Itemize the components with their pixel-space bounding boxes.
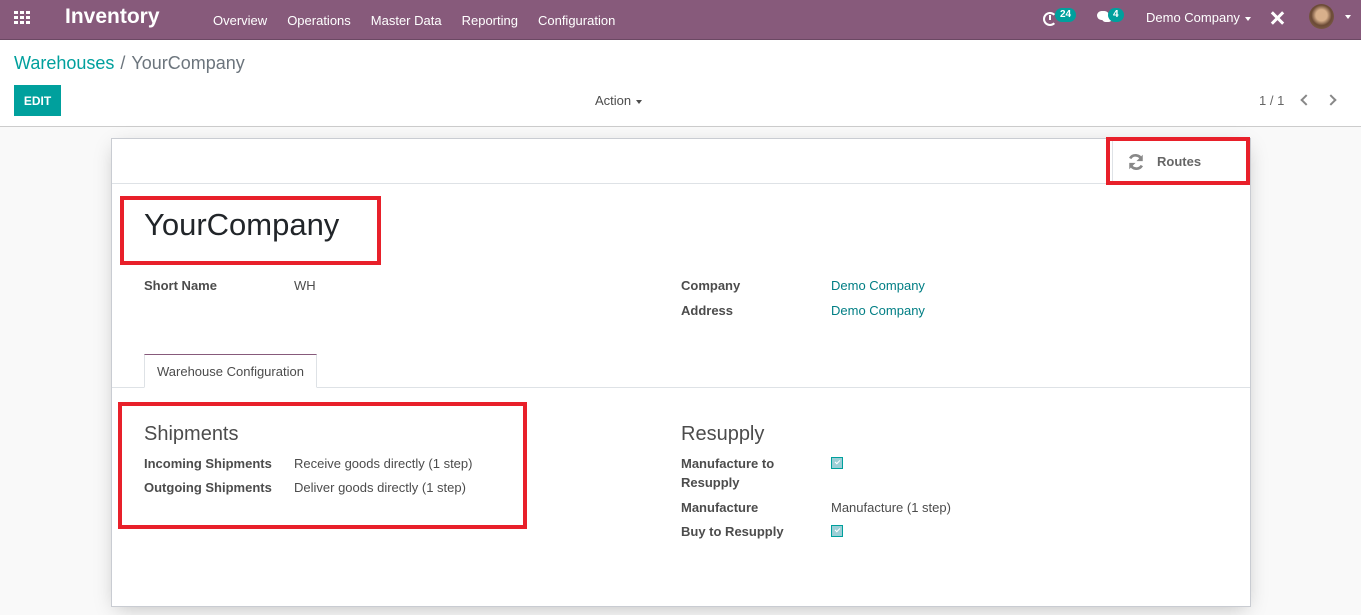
incoming-shipments-value: Receive goods directly (1 step) [294,456,473,471]
debug-tools-icon[interactable] [1269,10,1285,26]
company-name: Demo Company [1146,10,1240,25]
action-dropdown[interactable]: Action [595,93,643,108]
caret-down-icon[interactable] [1345,15,1351,19]
app-name[interactable]: Inventory [65,5,160,29]
main-menu: Overview Operations Master Data Reportin… [203,0,625,40]
resupply-title: Resupply [681,423,765,445]
manufacture-value: Manufacture (1 step) [831,500,951,515]
caret-down-icon [636,99,643,104]
breadcrumb-warehouses[interactable]: Warehouses [14,53,114,73]
chevron-right-icon [1325,94,1337,106]
short-name-value: WH [294,278,316,293]
top-navbar: Inventory Overview Operations Master Dat… [0,0,1361,40]
menu-reporting[interactable]: Reporting [452,13,528,28]
message-count-badge: 4 [1108,8,1124,22]
chevron-left-icon [1300,94,1312,106]
breadcrumb-separator: / [120,53,126,73]
routes-button[interactable]: Routes [1112,139,1250,184]
outgoing-shipments-value: Deliver goods directly (1 step) [294,480,466,495]
shipments-title: Shipments [144,423,239,445]
notebook-tabs: Warehouse Configuration [112,354,1250,388]
menu-overview[interactable]: Overview [203,13,277,28]
company-switcher[interactable]: Demo Company [1146,10,1251,25]
menu-master-data[interactable]: Master Data [361,13,452,28]
routes-label: Routes [1157,154,1202,169]
pager-next-button[interactable] [1325,92,1340,108]
breadcrumb-current: YourCompany [131,53,245,73]
pager-previous-button[interactable] [1298,92,1312,108]
apps-menu-icon[interactable] [14,11,32,25]
outgoing-shipments-label: Outgoing Shipments [144,480,272,495]
short-name-label: Short Name [144,278,217,293]
manufacture-label: Manufacture [681,500,759,515]
menu-operations[interactable]: Operations [277,13,361,28]
form-sheet: Routes YourCompany Short Name WH Company… [111,138,1251,607]
warehouse-name: YourCompany [144,207,340,242]
user-avatar[interactable] [1309,4,1334,29]
edit-button[interactable]: EDIT [14,85,61,116]
menu-configuration[interactable]: Configuration [528,13,625,28]
company-label: Company [681,278,741,293]
address-link[interactable]: Demo Company [831,303,925,318]
address-label: Address [681,303,734,318]
tab-warehouse-configuration[interactable]: Warehouse Configuration [144,354,317,388]
pager-value[interactable]: 1 / 1 [1259,93,1284,108]
caret-down-icon [1244,16,1251,21]
action-label: Action [595,93,632,108]
manufacture-to-resupply-checkbox[interactable] [831,457,843,469]
manufacture-to-resupply-label-2: Resupply [681,475,740,490]
buy-to-resupply-checkbox[interactable] [831,525,843,537]
activity-count-badge: 24 [1055,8,1077,22]
manufacture-to-resupply-label: Manufacture to [681,456,775,471]
control-panel: Warehouses / YourCompany EDIT Action 1 / 1 [0,40,1361,127]
company-link[interactable]: Demo Company [831,278,925,293]
buy-to-resupply-label: Buy to Resupply [681,524,784,539]
smart-button-box: Routes [112,139,1250,184]
refresh-icon [1128,153,1144,170]
incoming-shipments-label: Incoming Shipments [144,456,272,471]
breadcrumb: Warehouses / YourCompany [14,53,245,74]
